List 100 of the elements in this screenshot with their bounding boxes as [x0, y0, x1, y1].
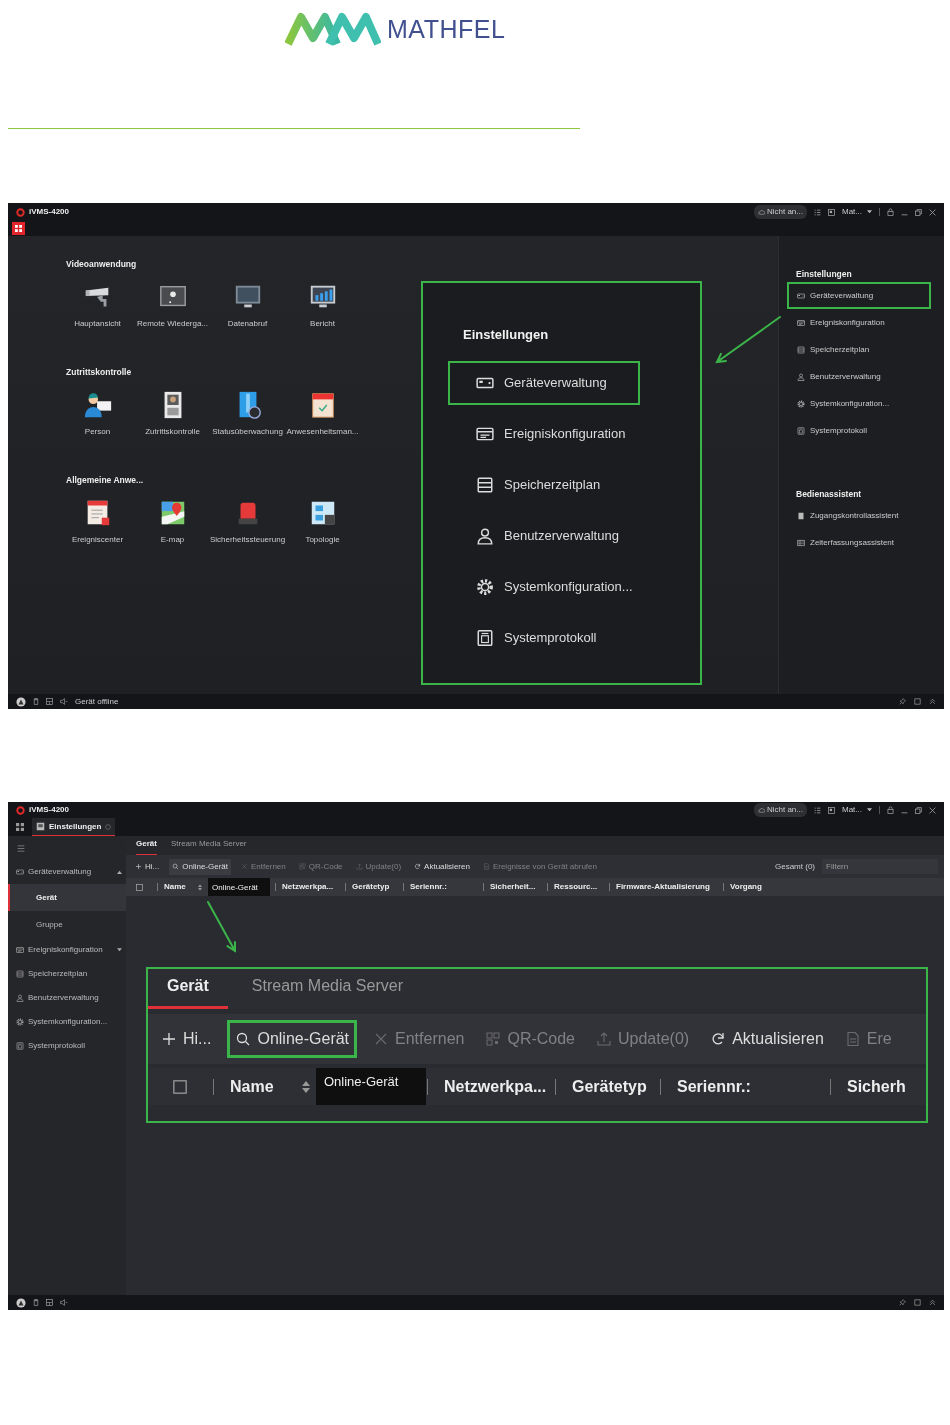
app-launcher[interactable]: Statusüberwachung: [210, 390, 285, 438]
toolbar-button[interactable]: Hi...: [132, 858, 163, 875]
app-launcher[interactable]: Person: [60, 390, 135, 438]
chevron-up-icon[interactable]: [929, 698, 936, 705]
menu-item[interactable]: Benutzerverwaltung: [787, 363, 931, 390]
grid-icon[interactable]: [16, 823, 24, 831]
sidebar-item[interactable]: Speicherzeitplan: [8, 962, 126, 986]
menu-item[interactable]: Zeiterfassungsassistent: [787, 529, 931, 556]
menu-icon[interactable]: [17, 844, 25, 852]
column-header[interactable]: Seriennr.:: [410, 883, 447, 891]
layout-icon[interactable]: [46, 698, 53, 705]
module-tab[interactable]: Einstellungen: [32, 818, 116, 836]
menu-item[interactable]: Geräteverwaltung: [787, 282, 931, 309]
speaker-icon[interactable]: [60, 698, 68, 705]
restore-icon[interactable]: [915, 806, 922, 814]
lock-icon[interactable]: [887, 208, 894, 216]
menu-item[interactable]: Benutzerverwaltung: [448, 514, 640, 558]
column-header[interactable]: Vorgang: [730, 883, 762, 891]
checkbox[interactable]: [173, 1079, 187, 1094]
menu-item[interactable]: Systemprotokoll: [448, 616, 640, 660]
screen-icon[interactable]: [828, 208, 835, 216]
user-menu[interactable]: Mat...: [842, 206, 872, 218]
trash-icon[interactable]: [33, 698, 39, 705]
menu-item[interactable]: Speicherzeitplan: [787, 336, 931, 363]
sidebar-item[interactable]: Systemprotokoll: [8, 1034, 126, 1058]
column-header[interactable]: Seriennr.:: [677, 1078, 751, 1095]
column-header[interactable]: Gerätetyp: [352, 883, 390, 891]
menu-item[interactable]: Systemkonfiguration...: [787, 390, 931, 417]
sidebar-item[interactable]: Gruppe: [8, 911, 126, 938]
column-header[interactable]: Name: [230, 1078, 274, 1095]
column-header[interactable]: Firmware-Aktualisierung: [616, 883, 710, 891]
annotation-arrow: [715, 316, 781, 364]
sort-icon[interactable]: [197, 883, 202, 891]
app-launcher[interactable]: Datenabruf: [210, 282, 285, 330]
cloud-status-button[interactable]: Nicht an...: [753, 803, 807, 817]
toolbar-button[interactable]: Aktualisieren: [705, 1023, 829, 1055]
menu-item[interactable]: Ereigniskonfiguration: [448, 412, 640, 456]
refresh-icon: [710, 1031, 727, 1047]
screen-icon[interactable]: [828, 806, 835, 814]
checkbox[interactable]: [136, 883, 143, 891]
menu-item[interactable]: Systemkonfiguration...: [448, 565, 640, 609]
menu-item[interactable]: Systemprotokoll: [787, 417, 931, 444]
app-launcher[interactable]: Topologie: [285, 498, 360, 546]
column-header[interactable]: Sicherh: [847, 1078, 906, 1095]
lock-icon[interactable]: [887, 806, 894, 814]
toolbar-button[interactable]: Online-Gerät: [227, 1020, 358, 1058]
sidebar-item[interactable]: Benutzerverwaltung: [8, 986, 126, 1010]
chevron-up-icon[interactable]: [929, 1299, 936, 1306]
column-header[interactable]: Netzwerkpa...: [282, 883, 334, 891]
column-header[interactable]: Name: [164, 883, 186, 891]
close-icon[interactable]: [929, 806, 936, 814]
app-launcher[interactable]: Anwesenheitsman...: [285, 390, 360, 438]
toolbar-button[interactable]: Hi...: [156, 1023, 217, 1055]
sidebar-item[interactable]: Systemkonfiguration...: [8, 1010, 126, 1034]
tab[interactable]: Gerät: [148, 974, 228, 1009]
column-header[interactable]: Sicherheit...: [490, 883, 536, 891]
document-icon: [482, 863, 490, 870]
toolbar-button[interactable]: Online-Gerät: [169, 858, 232, 875]
caret-icon: [867, 808, 872, 812]
trash-icon[interactable]: [33, 1299, 39, 1306]
log-icon: [797, 426, 805, 435]
tab[interactable]: Stream Media Server: [251, 974, 422, 1009]
list-icon[interactable]: [814, 806, 821, 814]
avatar-icon[interactable]: [16, 696, 26, 707]
tab[interactable]: Stream Media Server: [170, 838, 247, 855]
column-header[interactable]: Ressourc...: [554, 883, 598, 891]
app-launcher[interactable]: Ereigniscenter: [60, 498, 135, 546]
window-icon[interactable]: [914, 1299, 921, 1306]
list-icon[interactable]: [814, 208, 821, 216]
pin-icon[interactable]: [899, 1299, 906, 1306]
toolbar-button[interactable]: Aktualisieren: [411, 858, 473, 875]
status-text: Gerät offline: [75, 695, 119, 708]
filter-field[interactable]: Filtern: [822, 859, 938, 874]
column-header[interactable]: Gerätetyp: [572, 1078, 647, 1095]
restore-icon[interactable]: [915, 208, 922, 216]
app-launcher[interactable]: Hauptansicht: [60, 282, 135, 330]
home-button[interactable]: [12, 222, 25, 235]
sidebar-item[interactable]: Geräteverwaltung: [8, 860, 126, 884]
sidebar-item[interactable]: Ereigniskonfiguration: [8, 938, 126, 962]
app-launcher[interactable]: Zutrittskontrolle: [135, 390, 210, 438]
app-launcher[interactable]: Remote Wiederga...: [135, 282, 210, 330]
sort-icon[interactable]: [301, 1079, 310, 1094]
cloud-status-button[interactable]: Nicht an...: [753, 205, 807, 219]
menu-item[interactable]: Zugangskontrollassistent: [787, 502, 931, 529]
app-launcher[interactable]: Sicherheitssteuerung: [210, 498, 285, 546]
app-logo-icon: [16, 805, 25, 815]
sidebar-item[interactable]: Gerät: [8, 884, 126, 911]
window-icon[interactable]: [914, 698, 921, 705]
user-menu[interactable]: Mat...: [842, 804, 872, 816]
column-header[interactable]: Netzwerkpa...: [444, 1078, 547, 1095]
layout-icon[interactable]: [46, 1299, 53, 1306]
close-icon[interactable]: [929, 208, 936, 216]
speaker-icon[interactable]: [60, 1299, 68, 1306]
menu-item[interactable]: Geräteverwaltung: [448, 361, 640, 405]
menu-item[interactable]: Speicherzeitplan: [448, 463, 640, 507]
menu-item[interactable]: Ereigniskonfiguration: [787, 309, 931, 336]
pin-icon[interactable]: [899, 698, 906, 705]
avatar-icon[interactable]: [16, 1297, 26, 1308]
app-launcher[interactable]: E-map: [135, 498, 210, 546]
app-launcher[interactable]: Bericht: [285, 282, 360, 330]
